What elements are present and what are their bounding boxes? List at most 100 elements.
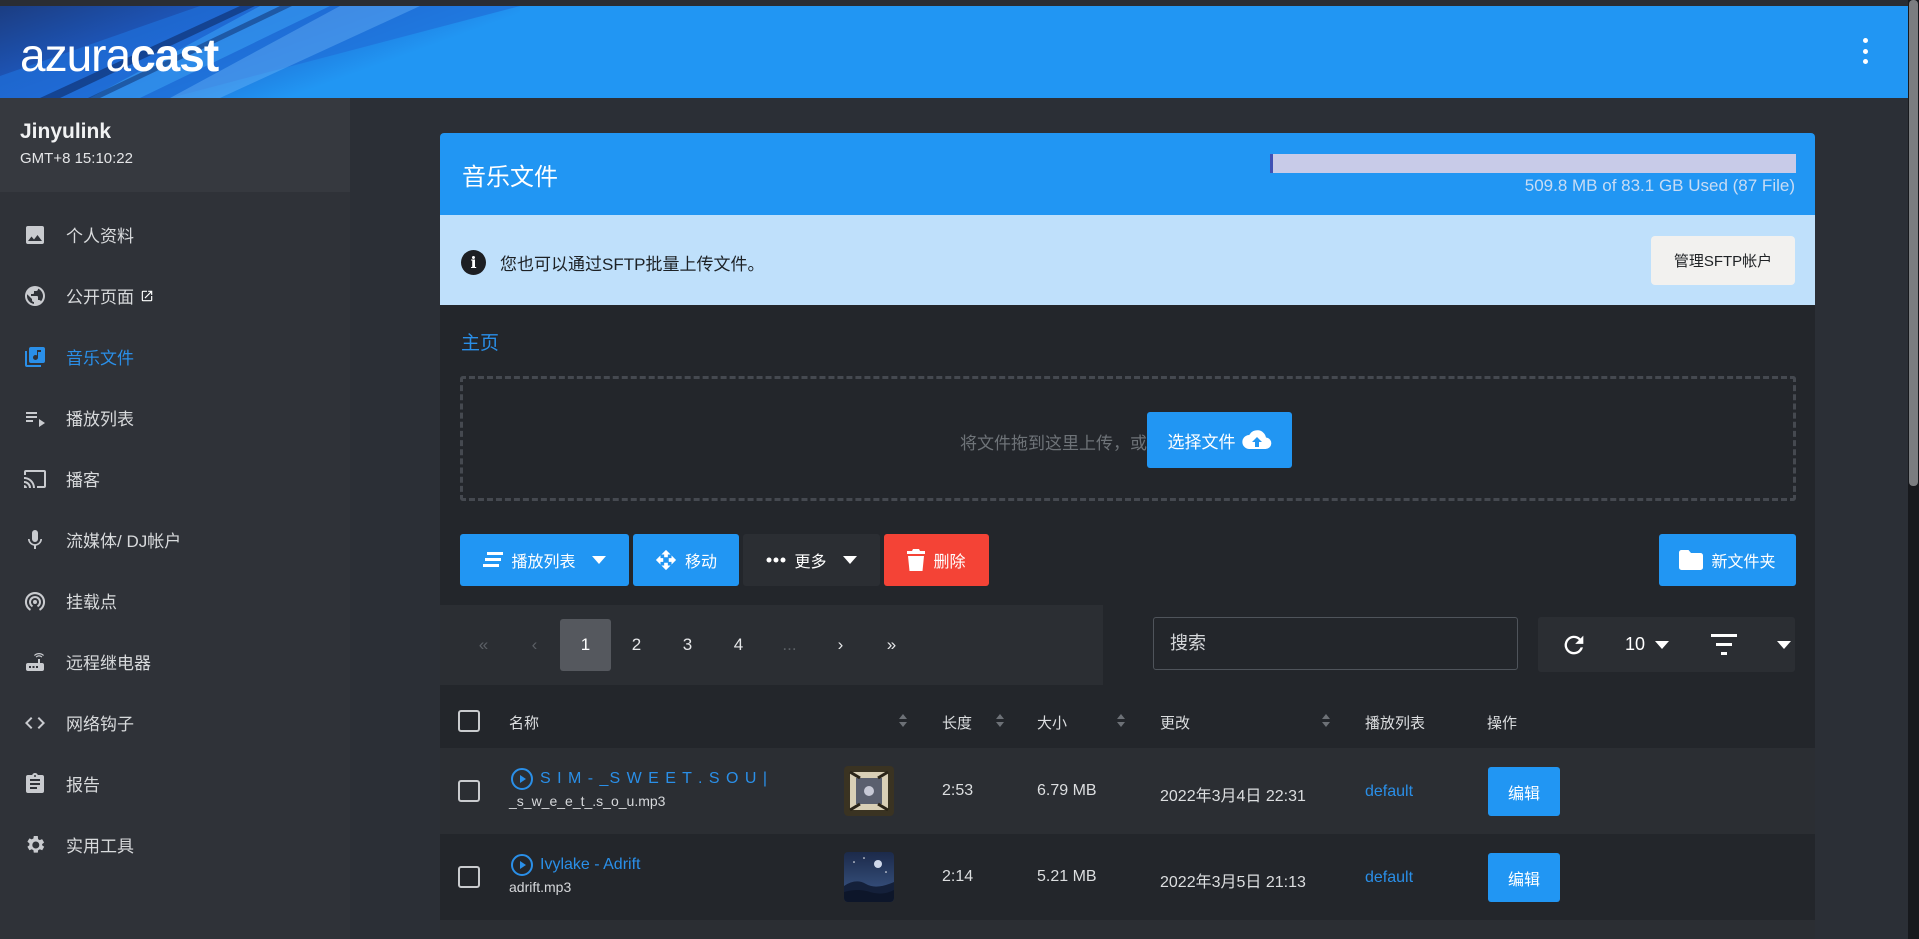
column-header-name[interactable]: 名称 xyxy=(509,712,539,733)
sort-icon[interactable] xyxy=(1117,714,1125,727)
sidebar-item-label: 播放列表 xyxy=(66,410,134,429)
page-button-2[interactable]: 2 xyxy=(611,619,662,671)
logo-banner: azuracast xyxy=(0,6,520,98)
per-page-value: 10 xyxy=(1625,634,1646,654)
breadcrumb-home[interactable]: 主页 xyxy=(461,328,499,355)
song-length: 2:53 xyxy=(942,782,974,799)
sort-icon[interactable] xyxy=(996,714,1004,727)
sidebar-item-profile[interactable]: 个人资料 xyxy=(0,204,350,265)
sidebar-item-label: 播客 xyxy=(66,471,100,490)
page-next-button[interactable]: › xyxy=(815,619,866,671)
edit-button[interactable]: 编辑 xyxy=(1488,767,1560,816)
column-header-size[interactable]: 大小 xyxy=(1037,712,1067,733)
playlist-dropdown-button[interactable]: 播放列表 xyxy=(460,534,629,586)
page-prev-button[interactable]: ‹ xyxy=(509,619,560,671)
sidebar-item-label: 报告 xyxy=(66,776,100,795)
song-title-text: S I M - _S W E E T . S O U | xyxy=(540,770,769,787)
sidebar-item-utilities[interactable]: 实用工具 xyxy=(0,814,350,875)
sidebar-item-public-page[interactable]: 公开页面 xyxy=(0,265,350,326)
alert-text: 您也可以通过SFTP批量上传文件。 xyxy=(500,255,765,274)
sort-icon[interactable] xyxy=(899,714,907,727)
playlist-link[interactable]: default xyxy=(1365,869,1413,887)
album-art[interactable] xyxy=(844,852,894,902)
new-folder-button[interactable]: 新文件夹 xyxy=(1659,534,1796,586)
sidebar-item-reports[interactable]: 报告 xyxy=(0,753,350,814)
pagination-area: « ‹ 1 2 3 4 ... › » xyxy=(440,605,1103,685)
row-checkbox[interactable] xyxy=(458,780,480,802)
sidebar-item-podcasts[interactable]: 播客 xyxy=(0,448,350,509)
trash-icon xyxy=(907,549,926,571)
sftp-alert: i 您也可以通过SFTP批量上传文件。 管理SFTP帐户 xyxy=(440,215,1815,305)
clipboard-icon xyxy=(22,771,48,797)
sidebar-item-streamers[interactable]: 流媒体/ DJ帐户 xyxy=(0,509,350,570)
sidebar-item-label: 网络钩子 xyxy=(66,715,134,734)
page-button-3[interactable]: 3 xyxy=(662,619,713,671)
chevron-down-icon xyxy=(842,556,857,564)
song-modified: 2022年3月4日 22:31 xyxy=(1160,788,1306,805)
column-header-actions: 操作 xyxy=(1487,715,1518,732)
new-folder-label: 新文件夹 xyxy=(1711,554,1776,571)
image-icon xyxy=(22,222,48,248)
sidebar-nav: 个人资料 公开页面 音乐文件 播放列表 播客 流媒体/ DJ帐户 挂载点 远程继… xyxy=(0,192,350,875)
more-button-label: 更多 xyxy=(794,554,827,571)
sidebar-item-music-files[interactable]: 音乐文件 xyxy=(0,326,350,387)
settings-icon xyxy=(22,832,48,858)
sidebar-item-mount-points[interactable]: 挂载点 xyxy=(0,570,350,631)
chevron-down-icon[interactable] xyxy=(1777,641,1791,649)
song-title-link[interactable]: Ivylake - Adrift xyxy=(510,853,640,877)
router-icon xyxy=(22,649,48,675)
filter-list-icon[interactable] xyxy=(1711,634,1737,656)
per-page-dropdown[interactable]: 10 xyxy=(1625,634,1670,655)
microphone-icon xyxy=(22,527,48,553)
page-button-4[interactable]: 4 xyxy=(713,619,764,671)
more-dropdown-button[interactable]: 更多 xyxy=(743,534,880,586)
playlist-button-label: 播放列表 xyxy=(511,554,576,571)
sidebar-item-remote-relays[interactable]: 远程继电器 xyxy=(0,631,350,692)
search-input[interactable] xyxy=(1153,617,1518,670)
album-art[interactable] xyxy=(844,766,894,816)
page-first-button[interactable]: « xyxy=(458,619,509,671)
page-title: 音乐文件 xyxy=(462,164,558,191)
playlist-link[interactable]: default xyxy=(1365,783,1413,801)
delete-button[interactable]: 删除 xyxy=(884,534,989,586)
sidebar-item-playlists[interactable]: 播放列表 xyxy=(0,387,350,448)
sidebar-item-webhooks[interactable]: 网络钩子 xyxy=(0,692,350,753)
upload-dropzone[interactable]: 将文件拖到这里上传，或 选择文件 xyxy=(460,376,1796,501)
refresh-icon[interactable] xyxy=(1560,631,1588,659)
select-files-button[interactable]: 选择文件 xyxy=(1147,412,1292,468)
column-header-modified[interactable]: 更改 xyxy=(1160,712,1190,733)
column-header-length[interactable]: 长度 xyxy=(942,712,972,733)
song-modified: 2022年3月5日 21:13 xyxy=(1160,874,1306,891)
sidebar: Jinyulink GMT+8 15:10:22 个人资料 公开页面 音乐文件 … xyxy=(0,98,350,939)
table-header: 名称 长度 大小 更改 播放列表 操作 xyxy=(440,693,1815,748)
code-icon xyxy=(22,710,48,736)
manage-sftp-button[interactable]: 管理SFTP帐户 xyxy=(1651,236,1795,285)
song-filename: _s_w_e_e_t_.s_o_u.mp3 xyxy=(509,793,666,809)
external-link-icon xyxy=(141,290,153,301)
play-circle-icon[interactable] xyxy=(510,767,534,791)
chevron-down-icon xyxy=(591,556,606,564)
move-button[interactable]: 移动 xyxy=(633,534,739,586)
move-button-label: 移动 xyxy=(684,554,717,571)
page-scrollbar[interactable] xyxy=(1908,0,1919,939)
card-header: 音乐文件 509.8 MB of 83.1 GB Used (87 File) xyxy=(440,133,1815,215)
kebab-menu-icon[interactable] xyxy=(1860,38,1870,64)
table-row: Ivylake - Adrift adrift.mp3 2:14 5.21 MB… xyxy=(440,834,1815,920)
row-checkbox[interactable] xyxy=(458,866,480,888)
cloud-upload-icon xyxy=(1241,430,1271,450)
dropzone-text: 将文件拖到这里上传，或 xyxy=(960,434,1147,453)
song-title-link[interactable]: S I M - _S W E E T . S O U | xyxy=(510,767,768,791)
storage-usage-bar xyxy=(1270,154,1796,173)
edit-button[interactable]: 编辑 xyxy=(1488,853,1560,902)
info-icon: i xyxy=(461,250,486,275)
play-circle-icon[interactable] xyxy=(510,853,534,877)
folder-icon xyxy=(1679,550,1704,570)
page-button-1[interactable]: 1 xyxy=(560,619,611,671)
scrollbar-thumb[interactable] xyxy=(1909,0,1918,486)
select-all-checkbox[interactable] xyxy=(458,710,480,732)
ellipsis-icon xyxy=(766,557,786,563)
app-logo[interactable]: azuracast xyxy=(20,28,219,82)
sort-icon[interactable] xyxy=(1322,714,1330,727)
move-arrows-icon xyxy=(655,549,677,571)
page-last-button[interactable]: » xyxy=(866,619,917,671)
